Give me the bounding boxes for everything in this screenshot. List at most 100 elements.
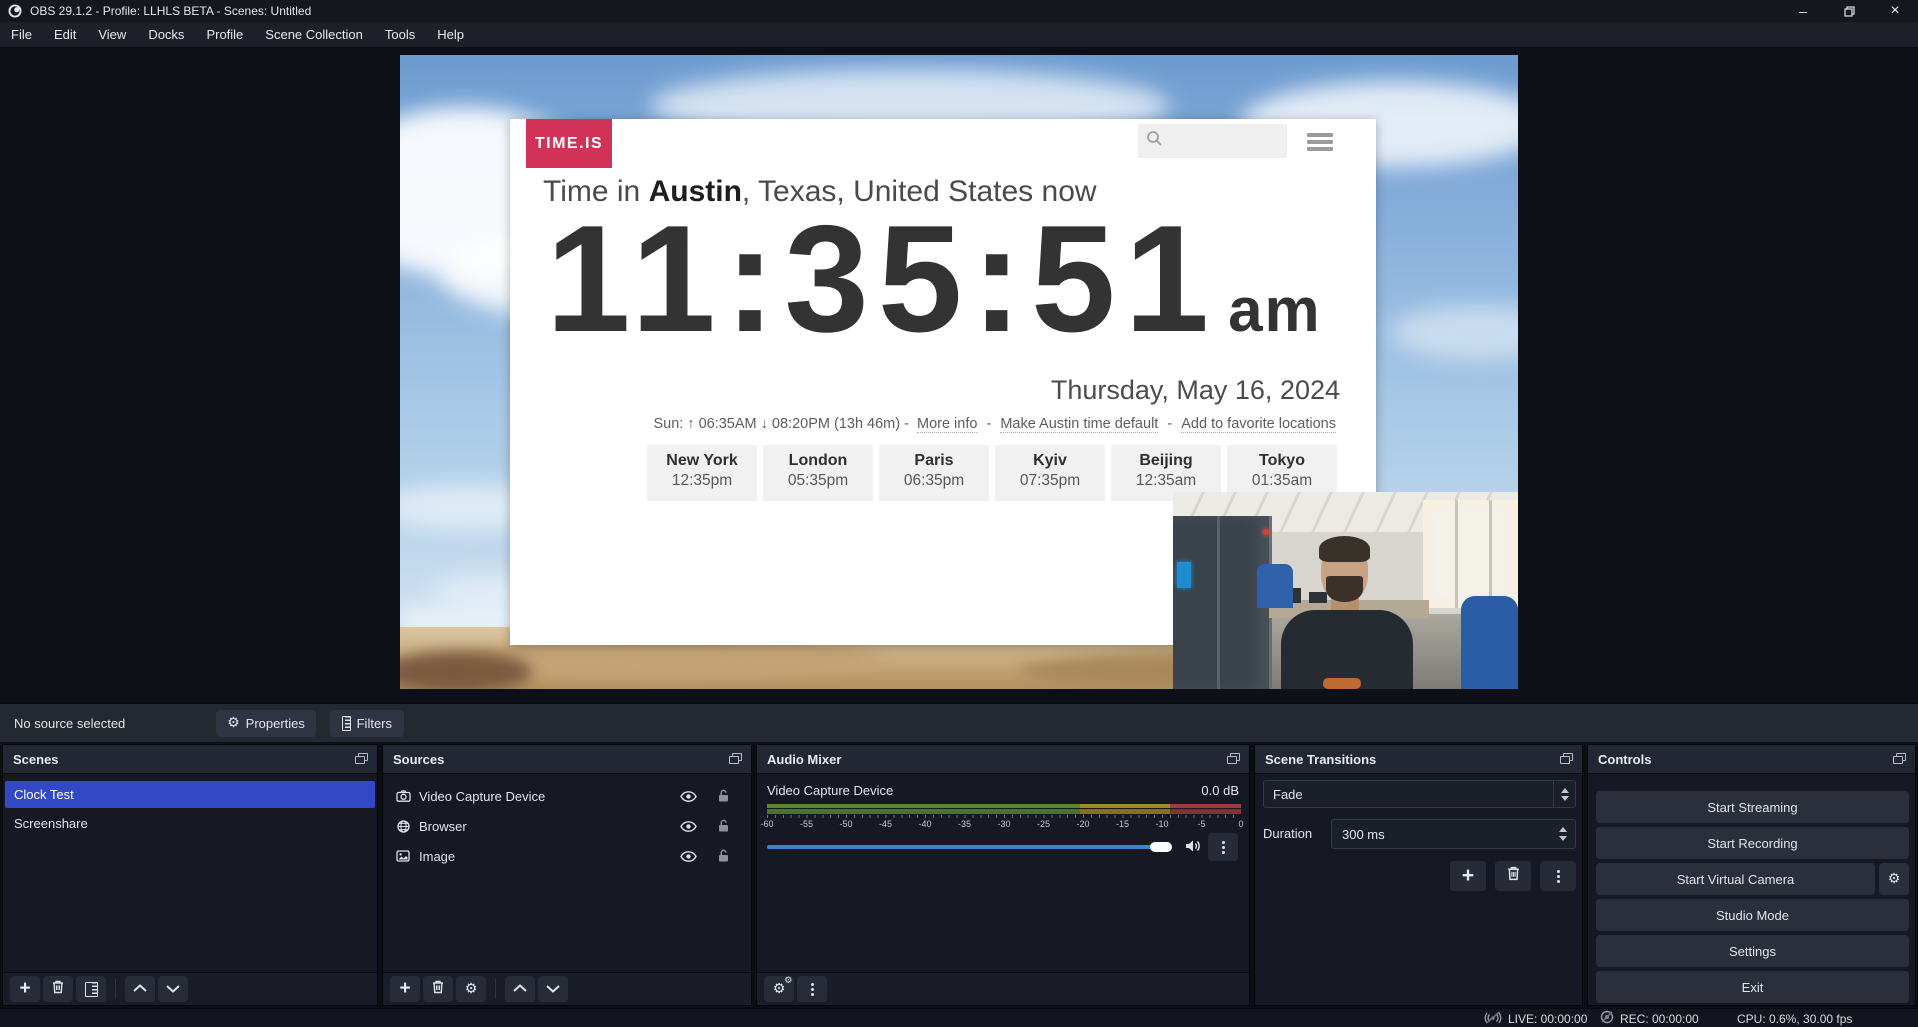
speaker-icon[interactable] — [1185, 839, 1201, 858]
menu-tools[interactable]: Tools — [374, 22, 426, 47]
scenes-panel: Scenes Clock Test Screenshare + — [2, 744, 378, 1006]
preview-canvas[interactable]: TIME.IS Time in Austin, Texas, United St… — [400, 55, 1518, 689]
scenes-header: Scenes — [3, 745, 377, 774]
add-favorite-link: Add to favorite locations — [1181, 416, 1336, 433]
timeis-sun-info: Sun: ↑ 06:35AM ↓ 08:20PM (13h 46m) - Mor… — [510, 416, 1340, 432]
menu-help[interactable]: Help — [426, 22, 475, 47]
rec-status: REC: 00:00:00 — [1600, 1009, 1699, 1027]
popout-icon[interactable] — [355, 753, 368, 764]
source-row-video-capture[interactable]: Video Capture Device — [385, 782, 749, 810]
close-button[interactable]: × — [1872, 0, 1918, 22]
record-off-icon — [1600, 1010, 1614, 1027]
visibility-eye-icon[interactable] — [680, 820, 697, 835]
hamburger-menu-icon — [1307, 133, 1333, 151]
add-source-button[interactable]: + — [390, 976, 420, 1002]
start-virtual-camera-button[interactable]: Start Virtual Camera — [1596, 863, 1875, 895]
add-transition-button[interactable]: + — [1450, 861, 1486, 891]
duration-spinbox[interactable]: 300 ms — [1331, 819, 1576, 849]
start-recording-button[interactable]: Start Recording — [1596, 827, 1909, 859]
gear-icon: ⚙ — [227, 716, 240, 730]
spin-down-icon[interactable] — [1559, 836, 1567, 841]
move-scene-up-button[interactable] — [125, 976, 155, 1002]
city-tile: New York12:35pm — [647, 445, 757, 501]
webcam-monitor-glow — [1177, 562, 1191, 588]
popout-icon[interactable] — [1893, 753, 1906, 764]
search-icon — [1146, 130, 1163, 152]
docks-area: Scenes Clock Test Screenshare + — [0, 744, 1918, 1008]
trash-icon — [1507, 866, 1520, 886]
scene-filters-button[interactable] — [76, 976, 106, 1002]
move-scene-down-button[interactable] — [158, 976, 188, 1002]
timeis-logo: TIME.IS — [526, 119, 612, 168]
source-properties-button[interactable]: ⚙ — [456, 976, 486, 1002]
minimize-button[interactable]: – — [1780, 0, 1826, 22]
transition-select[interactable]: Fade — [1263, 780, 1576, 808]
controls-panel: Controls Start Streaming Start Recording… — [1587, 744, 1916, 1006]
properties-button[interactable]: ⚙ Properties — [216, 710, 316, 737]
controls-header: Controls — [1588, 745, 1915, 774]
city-tile: Paris06:35pm — [879, 445, 989, 501]
scene-item-screenshare[interactable]: Screenshare — [5, 810, 375, 837]
broadcast-off-icon — [1484, 1011, 1502, 1027]
remove-scene-button[interactable] — [43, 976, 73, 1002]
gear-icon: ⚙ — [1888, 872, 1901, 886]
popout-icon[interactable] — [729, 753, 742, 764]
make-default-link: Make Austin time default — [1000, 416, 1158, 433]
popout-icon[interactable] — [1560, 753, 1573, 764]
source-row-browser[interactable]: Browser — [385, 812, 749, 840]
restore-button[interactable] — [1826, 0, 1872, 22]
trash-icon — [52, 980, 64, 999]
webcam-source[interactable] — [1173, 492, 1518, 689]
advanced-audio-button[interactable]: ⚙⚙ — [764, 976, 794, 1002]
menu-file[interactable]: File — [0, 22, 43, 47]
timeis-clock: 11:35:51am — [546, 203, 1322, 355]
mixer-menu-button[interactable] — [797, 976, 827, 1002]
mixer-options-button[interactable] — [1208, 833, 1238, 861]
sources-panel: Sources Video Capture Device Browser Ima… — [382, 744, 752, 1006]
settings-button[interactable]: Settings — [1596, 935, 1909, 967]
trash-icon — [432, 980, 444, 999]
menu-edit[interactable]: Edit — [43, 22, 87, 47]
status-bar: LIVE: 00:00:00 REC: 00:00:00 CPU: 0.6%, … — [0, 1008, 1918, 1027]
meter-scale: -60 -55 -50 -45 -40 -35 -30 -25 -20 -15 … — [767, 819, 1241, 829]
visibility-eye-icon[interactable] — [680, 850, 697, 865]
remove-source-button[interactable] — [423, 976, 453, 1002]
chevron-up-icon — [133, 980, 147, 998]
spin-up-icon[interactable] — [1559, 827, 1567, 832]
add-scene-button[interactable]: + — [10, 976, 40, 1002]
virtual-camera-config-button[interactable]: ⚙ — [1879, 863, 1909, 895]
lock-icon[interactable] — [718, 819, 729, 835]
timeis-search-box — [1138, 124, 1287, 158]
mixer-channel-level: 0.0 dB — [1201, 783, 1239, 798]
start-streaming-button[interactable]: Start Streaming — [1596, 791, 1909, 823]
select-arrows[interactable] — [1553, 781, 1575, 807]
scene-item-clock-test[interactable]: Clock Test — [5, 781, 375, 808]
live-status: LIVE: 00:00:00 — [1484, 1009, 1587, 1027]
studio-mode-button[interactable]: Studio Mode — [1596, 899, 1909, 931]
move-source-down-button[interactable] — [538, 976, 568, 1002]
move-source-up-button[interactable] — [505, 976, 535, 1002]
source-row-image[interactable]: Image — [385, 842, 749, 870]
exit-button[interactable]: Exit — [1596, 971, 1909, 1003]
popout-icon[interactable] — [1227, 753, 1240, 764]
volume-slider-track[interactable] — [767, 845, 1167, 849]
menu-scene-collection[interactable]: Scene Collection — [254, 22, 374, 47]
scene-transitions-panel: Scene Transitions Fade Duration 300 ms + — [1254, 744, 1583, 1006]
transition-properties-button[interactable] — [1540, 861, 1576, 891]
filters-button[interactable]: Filters — [330, 710, 404, 737]
window-title: OBS 29.1.2 - Profile: LLHLS BETA - Scene… — [30, 4, 311, 18]
lock-icon[interactable] — [718, 789, 729, 805]
audio-mixer-panel: Audio Mixer Video Capture Device 0.0 dB … — [756, 744, 1250, 1006]
menu-view[interactable]: View — [87, 22, 137, 47]
webcam-red-light — [1263, 529, 1269, 535]
lock-icon[interactable] — [718, 849, 729, 865]
filter-icon — [85, 982, 98, 997]
double-gear-icon: ⚙⚙ — [773, 981, 786, 997]
visibility-eye-icon[interactable] — [680, 790, 697, 805]
menu-docks[interactable]: Docks — [137, 22, 195, 47]
clock-ampm: am — [1228, 276, 1322, 345]
mixer-toolbar: ⚙⚙ — [757, 972, 1249, 1005]
volume-slider-handle[interactable] — [1150, 842, 1172, 852]
menu-profile[interactable]: Profile — [195, 22, 254, 47]
remove-transition-button[interactable] — [1495, 861, 1531, 891]
